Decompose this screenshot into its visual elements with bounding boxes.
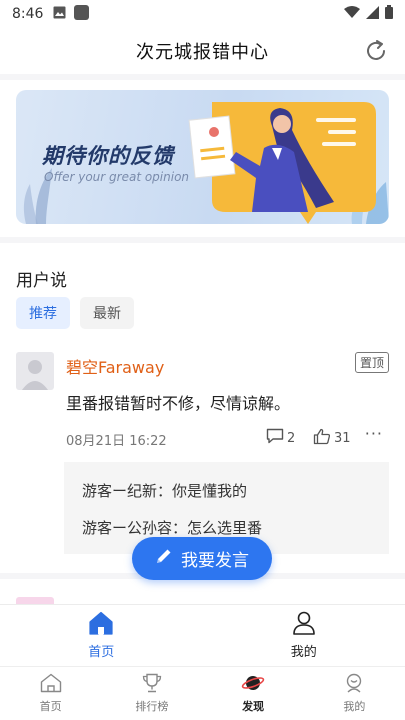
nav-home[interactable]: 首页 (0, 667, 101, 720)
post-comment-button[interactable]: 我要发言 (132, 537, 272, 580)
header: 次元城报错中心 (0, 28, 405, 74)
divider (0, 237, 405, 243)
trophy-icon (141, 673, 163, 696)
more-options-icon[interactable]: ··· (365, 424, 383, 443)
pencil-icon (155, 547, 173, 570)
inner-tab-mine[interactable]: 我的 (203, 605, 405, 666)
post-timestamp: 08月21日 16:22 (66, 434, 167, 449)
post-body: 里番报错暂时不修，尽情谅解。 (66, 394, 291, 413)
page-title: 次元城报错中心 (136, 42, 269, 63)
post-comment-label: 我要发言 (181, 551, 249, 571)
profile-icon (343, 673, 365, 696)
comment-icon (266, 428, 284, 448)
comment-button[interactable]: 2 (266, 428, 295, 448)
pinned-badge: 置顶 (354, 352, 389, 373)
like-count: 31 (334, 431, 351, 446)
avatar[interactable] (16, 352, 54, 390)
section-title: 用户说 (16, 271, 67, 291)
tab-latest[interactable]: 最新 (80, 297, 134, 329)
person-icon (291, 611, 317, 639)
nav-profile-label: 我的 (343, 700, 366, 713)
divider (0, 74, 405, 80)
inner-tabbar: 首页 我的 (0, 604, 405, 666)
inner-tab-mine-label: 我的 (290, 645, 317, 660)
feedback-banner[interactable]: 期待你的反馈 Offer your great opinion (16, 90, 389, 224)
reply-item[interactable]: 游客ー纪新：你是懂我的 (82, 480, 371, 517)
banner-subtitle: Offer your great opinion (44, 170, 190, 184)
thumbs-up-icon (313, 428, 331, 449)
refresh-icon[interactable] (363, 38, 389, 64)
post-username[interactable]: 碧空Faraway (66, 354, 164, 378)
nav-home-label: 首页 (39, 700, 62, 713)
nav-discover[interactable]: 发现 (203, 667, 304, 720)
app-icon (74, 4, 90, 24)
nav-profile[interactable]: 我的 (304, 667, 405, 720)
signal-icon (366, 5, 379, 23)
planet-icon (241, 673, 265, 696)
like-button[interactable]: 31 (313, 428, 351, 449)
nav-discover-label: 发现 (242, 700, 265, 713)
tab-recommended[interactable]: 推荐 (16, 297, 70, 329)
nav-ranking[interactable]: 排行榜 (101, 667, 202, 720)
nav-ranking-label: 排行榜 (135, 700, 169, 713)
inner-tab-home[interactable]: 首页 (0, 605, 203, 666)
banner-title: 期待你的反馈 (42, 144, 174, 168)
home-icon (40, 673, 62, 696)
inner-tab-home-label: 首页 (88, 645, 115, 660)
bottom-nav: 首页 排行榜 发现 我的 (0, 666, 405, 720)
status-time: 8:46 (12, 6, 44, 22)
filter-tabs: 推荐 最新 (16, 297, 134, 329)
image-icon (53, 6, 66, 23)
home-icon (88, 611, 114, 639)
wifi-icon (344, 5, 360, 23)
comment-count: 2 (287, 430, 296, 446)
battery-icon (385, 5, 393, 23)
status-bar: 8:46 (0, 0, 405, 28)
